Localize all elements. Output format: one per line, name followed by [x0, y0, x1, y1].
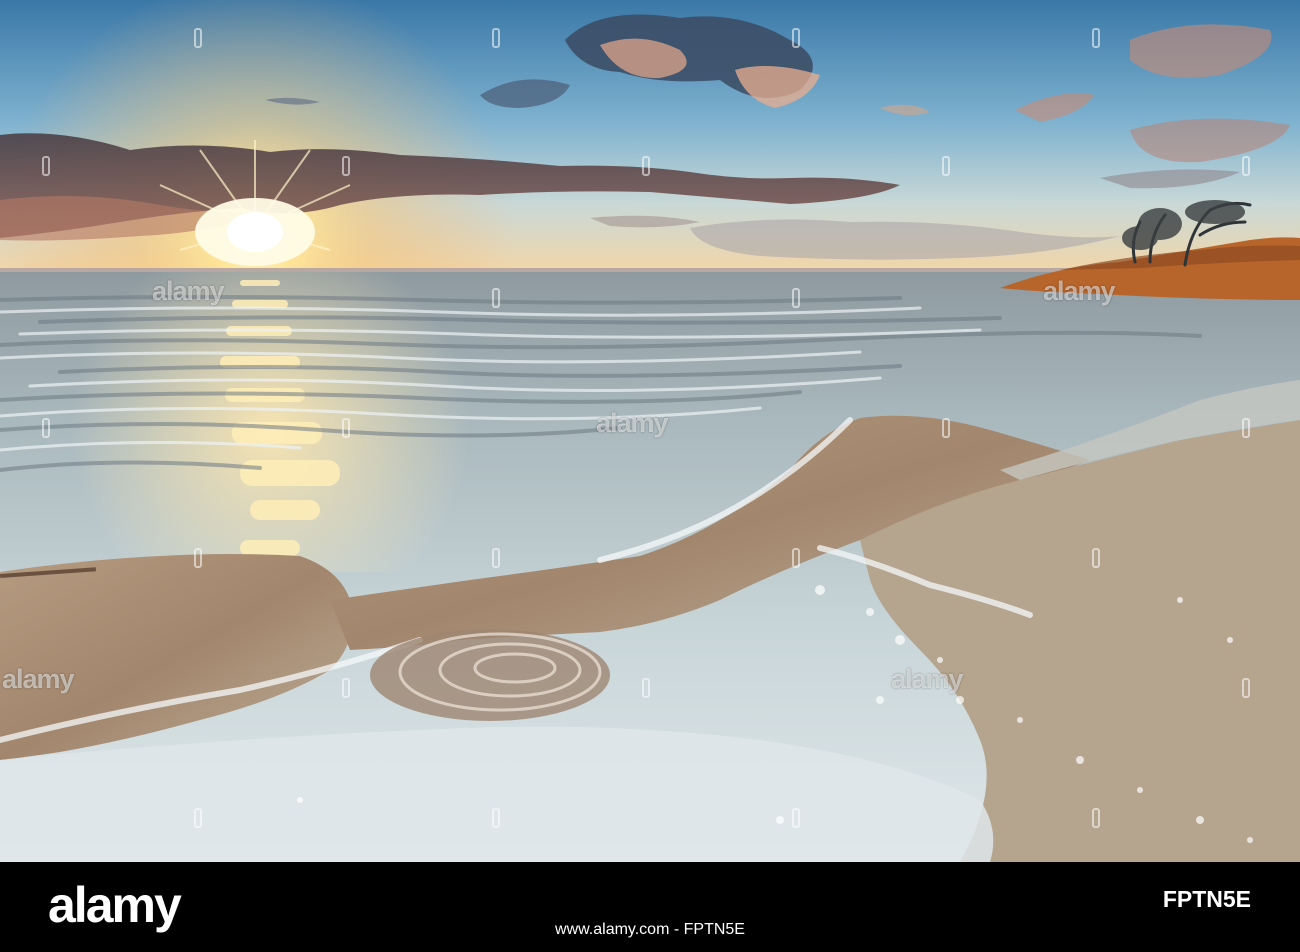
stock-image-id: FPTN5E: [1162, 886, 1251, 912]
stock-photo: alamy alamy alamy alamy alamy: [0, 0, 1300, 862]
sunset-lake-scene: [0, 0, 1300, 862]
credit-line: www.alamy.com - FPTN5E: [555, 921, 745, 938]
stock-footer: alamy FPTN5E www.alamy.com - FPTN5E: [0, 862, 1300, 952]
